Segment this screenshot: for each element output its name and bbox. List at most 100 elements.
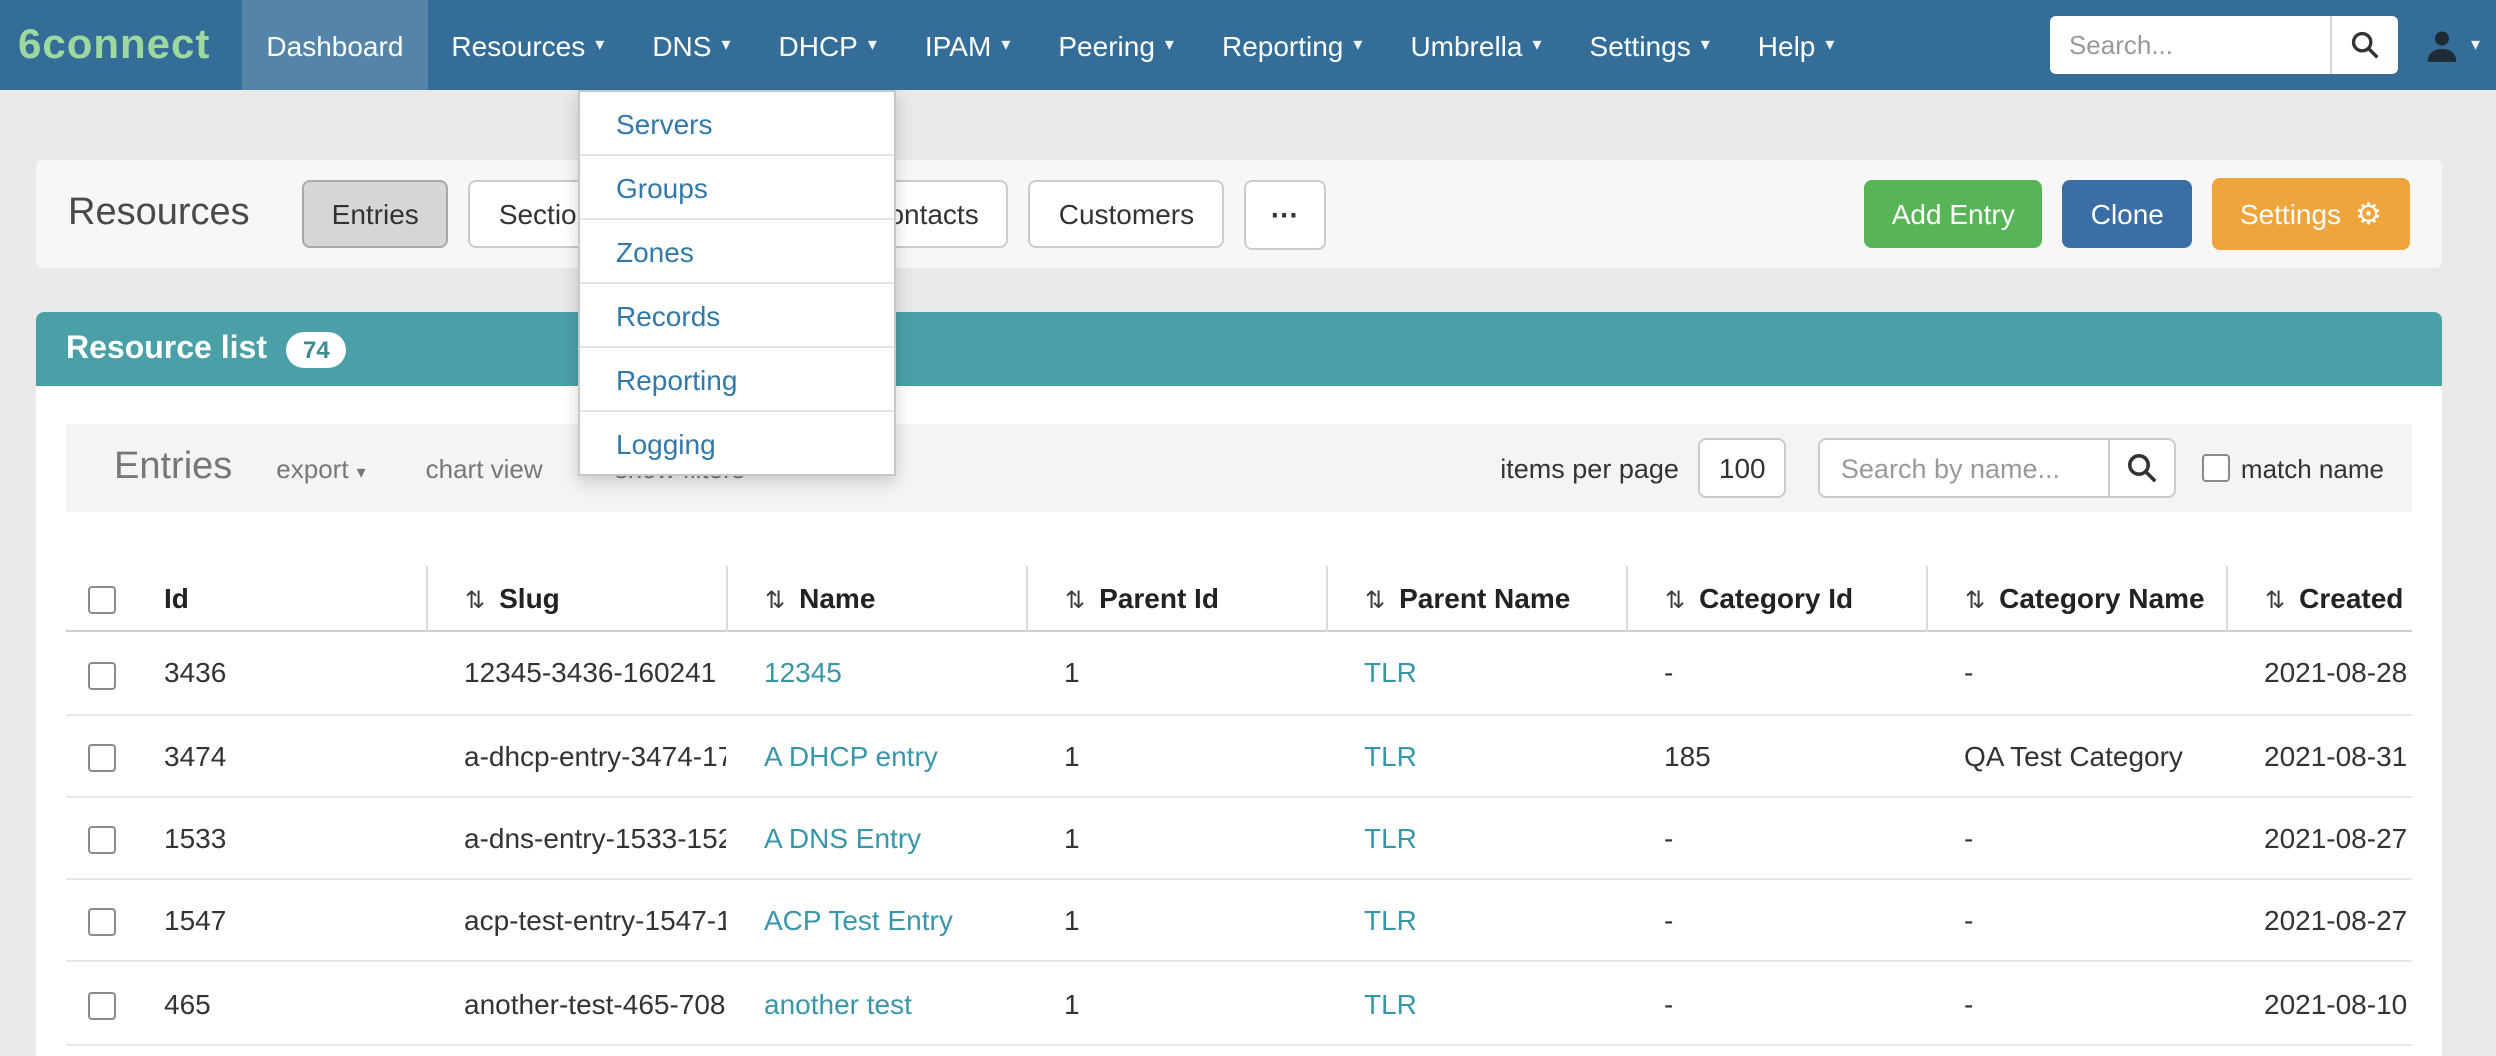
dns-menu-item-reporting[interactable]: Reporting bbox=[580, 346, 894, 410]
parent-name-link[interactable]: TLR bbox=[1364, 905, 1417, 937]
dns-menu-item-logging[interactable]: Logging bbox=[580, 410, 894, 474]
name-search bbox=[1819, 438, 2177, 498]
entries-title: Entries bbox=[114, 446, 232, 490]
entry-name-link[interactable]: another test bbox=[764, 987, 912, 1019]
table-row: 1533 a-dns-entry-1533-152… A DNS Entry 1… bbox=[66, 797, 2412, 880]
column-header-parent-name[interactable]: ⇅Parent Name bbox=[1326, 566, 1626, 632]
sort-icon: ⇅ bbox=[1365, 586, 1385, 614]
settings-button[interactable]: Settings⚙ bbox=[2212, 178, 2410, 250]
row-checkbox[interactable] bbox=[88, 909, 116, 937]
cell-created: 2021-08-31 18 bbox=[2226, 714, 2412, 797]
items-per-page-input[interactable] bbox=[1699, 438, 1787, 498]
nav-item-help[interactable]: Help▾ bbox=[1734, 0, 1859, 90]
search-icon bbox=[2351, 30, 2381, 60]
cell-name: 12345 bbox=[726, 632, 1026, 715]
chevron-down-icon: ▾ bbox=[595, 34, 604, 56]
chevron-down-icon: ▾ bbox=[1001, 34, 1010, 56]
nav-item-umbrella[interactable]: Umbrella▾ bbox=[1386, 0, 1565, 90]
resource-list-header: Resource list 74 bbox=[36, 312, 2442, 386]
match-name-label: match name bbox=[2241, 453, 2384, 483]
tab-customers[interactable]: Customers bbox=[1029, 180, 1224, 248]
cell-parent-name: TLR bbox=[1326, 797, 1626, 880]
select-all-checkbox[interactable] bbox=[88, 587, 116, 615]
cell-name: ACP Test Entry bbox=[726, 879, 1026, 962]
name-search-input[interactable] bbox=[1819, 438, 2111, 498]
user-menu[interactable]: ▾ bbox=[2423, 25, 2480, 65]
row-checkbox[interactable] bbox=[88, 661, 116, 689]
column-header-name[interactable]: ⇅Name bbox=[726, 566, 1026, 632]
cell-parent-id: 1 bbox=[1026, 714, 1326, 797]
parent-name-link[interactable]: TLR bbox=[1364, 739, 1417, 771]
add-entry-button[interactable]: Add Entry bbox=[1864, 180, 2043, 248]
toolbar-right: items per page match name bbox=[1500, 438, 2384, 498]
chevron-down-icon: ▾ bbox=[1353, 34, 1362, 56]
entry-name-link[interactable]: A DHCP entry bbox=[764, 739, 938, 771]
dns-menu-item-servers[interactable]: Servers bbox=[580, 92, 894, 154]
sort-icon: ⇅ bbox=[765, 586, 785, 614]
user-icon bbox=[2423, 25, 2463, 65]
cell-id: 3474 bbox=[126, 714, 426, 797]
cell-id: 465 bbox=[126, 962, 426, 1045]
cell-category-name: - bbox=[1926, 962, 2226, 1045]
tab-more-button[interactable]: ⋯ bbox=[1244, 179, 1326, 249]
parent-name-link[interactable]: TLR bbox=[1364, 657, 1417, 689]
entries-table: Id ⇅Slug ⇅Name ⇅Parent Id ⇅Parent Name ⇅… bbox=[66, 566, 2412, 1046]
navbar-right: ▾ bbox=[2051, 16, 2496, 74]
cell-slug: a-dhcp-entry-3474-17… bbox=[426, 714, 726, 797]
column-header-created[interactable]: ⇅Created bbox=[2226, 566, 2412, 632]
cell-id: 3436 bbox=[126, 632, 426, 715]
cell-parent-name: TLR bbox=[1326, 879, 1626, 962]
page-title: Resources bbox=[68, 192, 250, 236]
row-checkbox[interactable] bbox=[88, 826, 116, 854]
entry-name-link[interactable]: 12345 bbox=[764, 657, 842, 689]
entries-table-container: Id ⇅Slug ⇅Name ⇅Parent Id ⇅Parent Name ⇅… bbox=[66, 566, 2412, 1046]
cell-id: 1547 bbox=[126, 879, 426, 962]
dns-menu-item-groups[interactable]: Groups bbox=[580, 154, 894, 218]
chart-view-link[interactable]: chart view bbox=[426, 453, 543, 483]
global-search-button[interactable] bbox=[2331, 16, 2399, 74]
nav-item-dashboard[interactable]: Dashboard bbox=[242, 0, 427, 90]
entry-name-link[interactable]: ACP Test Entry bbox=[764, 905, 953, 937]
parent-name-link[interactable]: TLR bbox=[1364, 822, 1417, 854]
row-checkbox[interactable] bbox=[88, 744, 116, 772]
column-header-slug[interactable]: ⇅Slug bbox=[426, 566, 726, 632]
nav-item-settings[interactable]: Settings▾ bbox=[1566, 0, 1734, 90]
name-search-button[interactable] bbox=[2111, 438, 2177, 498]
export-menu[interactable]: export▾ bbox=[276, 453, 365, 483]
nav-item-reporting[interactable]: Reporting▾ bbox=[1198, 0, 1386, 90]
nav-item-resources[interactable]: Resources▾ bbox=[427, 0, 628, 90]
resource-count-badge: 74 bbox=[287, 331, 346, 367]
cell-parent-id: 1 bbox=[1026, 962, 1326, 1045]
cell-slug: a-dns-entry-1533-152… bbox=[426, 797, 726, 880]
global-search-input[interactable] bbox=[2051, 16, 2331, 74]
match-name-checkbox[interactable] bbox=[2203, 454, 2231, 482]
entry-name-link[interactable]: A DNS Entry bbox=[764, 822, 921, 854]
column-header-category-name[interactable]: ⇅Category Name bbox=[1926, 566, 2226, 632]
brand-logo[interactable]: 6connect bbox=[0, 21, 230, 69]
cell-parent-name: TLR bbox=[1326, 632, 1626, 715]
chevron-down-icon: ▾ bbox=[2471, 34, 2480, 56]
search-icon bbox=[2127, 452, 2159, 484]
nav-item-dhcp[interactable]: DHCP▾ bbox=[755, 0, 901, 90]
row-checkbox[interactable] bbox=[88, 992, 116, 1020]
resource-list-panel: Entries export▾ chart view show filters … bbox=[36, 386, 2442, 1056]
match-name-toggle: match name bbox=[2203, 453, 2384, 483]
cell-id: 1533 bbox=[126, 797, 426, 880]
cell-name: A DNS Entry bbox=[726, 797, 1026, 880]
tab-entries[interactable]: Entries bbox=[302, 180, 449, 248]
nav-item-peering[interactable]: Peering▾ bbox=[1034, 0, 1198, 90]
chevron-down-icon: ▾ bbox=[721, 34, 730, 56]
nav-item-ipam[interactable]: IPAM▾ bbox=[901, 0, 1034, 90]
cell-parent-id: 1 bbox=[1026, 797, 1326, 880]
clone-button[interactable]: Clone bbox=[2063, 180, 2192, 248]
navbar-menu: Dashboard Resources▾ DNS▾ DHCP▾ IPAM▾ Pe… bbox=[242, 0, 1858, 90]
nav-item-dns[interactable]: DNS▾ bbox=[628, 0, 754, 90]
parent-name-link[interactable]: TLR bbox=[1364, 987, 1417, 1019]
column-header-parent-id[interactable]: ⇅Parent Id bbox=[1026, 566, 1326, 632]
column-header-category-id[interactable]: ⇅Category Id bbox=[1626, 566, 1926, 632]
column-header-id[interactable]: Id bbox=[126, 566, 426, 632]
dns-menu-item-zones[interactable]: Zones bbox=[580, 218, 894, 282]
dns-menu-item-records[interactable]: Records bbox=[580, 282, 894, 346]
sort-icon: ⇅ bbox=[1965, 586, 1985, 614]
cell-category-name: - bbox=[1926, 632, 2226, 715]
